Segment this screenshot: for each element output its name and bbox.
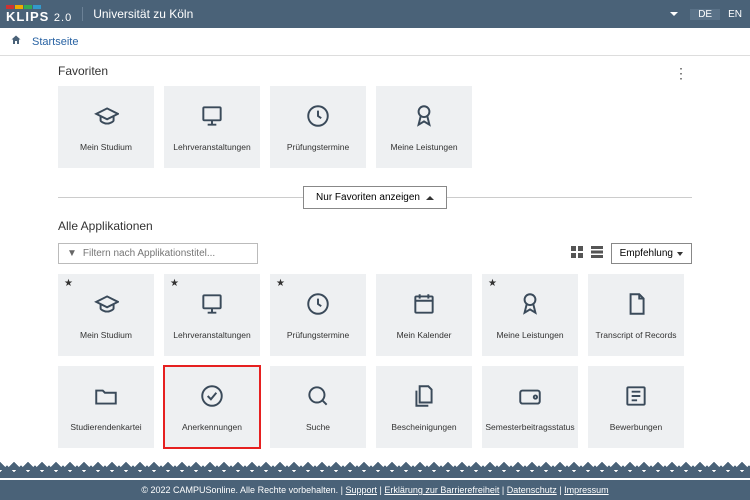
tile-label: Semesterbeitragsstatus (483, 422, 576, 432)
star-icon: ★ (276, 278, 285, 289)
star-icon: ★ (488, 278, 497, 289)
divider (58, 197, 303, 198)
tile-label: Meine Leistungen (388, 142, 459, 152)
all-apps-title: Alle Applikationen (58, 219, 692, 233)
breadcrumb: Startseite (0, 28, 750, 56)
app-tile[interactable]: Suche (270, 366, 366, 448)
chevron-up-icon (426, 196, 434, 200)
tile-label: Anerkennungen (180, 422, 244, 432)
news-icon (623, 383, 649, 414)
app-tile[interactable]: ★ Lehrveranstaltungen (164, 274, 260, 356)
presentation-icon (199, 291, 225, 322)
filter-icon: ▼ (67, 248, 77, 259)
clock-icon (305, 103, 331, 134)
top-bar: KLIPS 2.0 Universität zu Köln DE EN (0, 0, 750, 28)
graduation-icon (93, 291, 119, 322)
all-apps-row-1: ★ Mein Studium ★ Lehrveranstaltungen ★ Prüfun… (58, 274, 692, 356)
app-tile[interactable]: Semesterbeitragsstatus (482, 366, 578, 448)
breadcrumb-home[interactable]: Startseite (32, 36, 78, 48)
tile-label: Bescheinigungen (389, 422, 458, 432)
tile-label: Meine Leistungen (494, 330, 565, 340)
app-tile[interactable]: ★ Mein Studium (58, 274, 154, 356)
app-tile[interactable]: ★ Meine Leistungen (482, 274, 578, 356)
footer: © 2022 CAMPUSonline. Alle Rechte vorbeha… (0, 480, 750, 500)
search-input-wrapper[interactable]: ▼ (58, 243, 258, 264)
files-icon (411, 383, 437, 414)
tile-label: Lehrveranstaltungen (171, 330, 253, 340)
clock-icon (305, 291, 331, 322)
folder-icon (93, 383, 119, 414)
app-tile[interactable]: Bescheinigungen (376, 366, 472, 448)
search-icon (305, 383, 331, 414)
sort-button[interactable]: Empfehlung (611, 243, 692, 264)
app-tile[interactable]: Bewerbungen (588, 366, 684, 448)
app-tile[interactable]: Meine Leistungen (376, 86, 472, 168)
check-icon (199, 383, 225, 414)
calendar-icon (411, 291, 437, 322)
app-tile[interactable]: Studierendenkartei (58, 366, 154, 448)
more-icon[interactable]: ⋮ (670, 61, 692, 86)
footer-link-imprint[interactable]: Impressum (564, 485, 609, 495)
tile-label: Studierendenkartei (68, 422, 143, 432)
lang-de[interactable]: DE (690, 9, 720, 20)
all-apps-row-2: Studierendenkartei Anerkennungen Suche Besc… (58, 366, 692, 448)
tile-label: Prüfungstermine (285, 142, 351, 152)
favorites-title: Favoriten (58, 64, 108, 78)
tile-label: Suche (304, 422, 332, 432)
tile-label: Prüfungstermine (285, 330, 351, 340)
app-tile[interactable]: Prüfungstermine (270, 86, 366, 168)
lang-en[interactable]: EN (720, 9, 750, 20)
torn-edge (0, 464, 750, 478)
app-tile[interactable]: Anerkennungen (164, 366, 260, 448)
tile-label: Mein Studium (78, 142, 134, 152)
graduation-icon (93, 103, 119, 134)
footer-link-support[interactable]: Support (345, 485, 377, 495)
star-icon: ★ (64, 278, 73, 289)
university-name: Universität zu Köln (82, 7, 193, 21)
tile-label: Bewerbungen (608, 422, 664, 432)
app-tile[interactable]: Lehrveranstaltungen (164, 86, 260, 168)
list-view-icon[interactable] (591, 246, 603, 261)
app-tile[interactable]: Mein Kalender (376, 274, 472, 356)
footer-link-privacy[interactable]: Datenschutz (507, 485, 557, 495)
star-icon: ★ (170, 278, 179, 289)
logo: KLIPS 2.0 (0, 5, 72, 24)
tile-label: Transcript of Records (594, 330, 679, 340)
tile-label: Mein Studium (78, 330, 134, 340)
presentation-icon (199, 103, 225, 134)
document-icon (623, 291, 649, 322)
toggle-favorites-button[interactable]: Nur Favoriten anzeigen (303, 186, 447, 209)
search-input[interactable] (83, 248, 249, 259)
caret-down-icon (677, 252, 683, 256)
app-tile[interactable]: ★ Prüfungstermine (270, 274, 366, 356)
wallet-icon (517, 383, 543, 414)
app-tile[interactable]: Mein Studium (58, 86, 154, 168)
badge-icon (517, 291, 543, 322)
badge-icon (411, 103, 437, 134)
app-tile[interactable]: Transcript of Records (588, 274, 684, 356)
tile-label: Lehrveranstaltungen (171, 142, 253, 152)
favorites-grid: Mein Studium Lehrveranstaltungen Prüfungst… (58, 86, 692, 168)
home-icon[interactable] (10, 34, 22, 49)
user-menu-caret-icon[interactable] (670, 12, 678, 16)
tile-label: Mein Kalender (395, 330, 454, 340)
footer-link-accessibility[interactable]: Erklärung zur Barrierefreiheit (384, 485, 499, 495)
grid-view-icon[interactable] (571, 246, 583, 261)
